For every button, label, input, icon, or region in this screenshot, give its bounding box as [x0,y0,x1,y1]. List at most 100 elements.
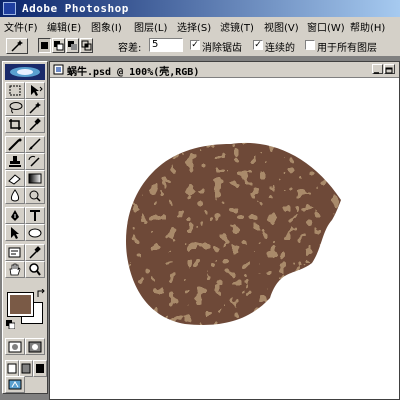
marquee-tool[interactable] [5,82,25,99]
notes-tool[interactable] [5,244,25,261]
menu-layer[interactable]: 图层(L) [134,19,167,34]
lasso-tool[interactable] [5,99,25,116]
eyedropper-icon [29,246,41,259]
lasso-icon [9,102,23,114]
history-brush-tool[interactable] [25,153,45,170]
canvas[interactable] [50,78,399,399]
move-icon [31,85,43,96]
options-bar: 容差: 5 ✓ 消除锯齿 ✓ 连续的 用于所有图层 [0,35,400,57]
photoshop-logo-icon [10,67,40,77]
airbrush-icon [8,138,22,151]
all-layers-checkbox[interactable] [305,40,315,50]
eyedropper-tool[interactable] [25,116,45,133]
document-title: 蜗牛.psd @ 100%(壳,RGB) [67,67,200,78]
antialias-label: 消除锯齿 [202,43,242,54]
screen-mode-icon [36,364,44,373]
tolerance-label: 容差: [118,43,142,54]
app-titlebar: Adobe Photoshop [0,0,400,17]
photoshop-icon [3,2,16,15]
all-layers-label: 用于所有图层 [317,43,377,54]
menu-select[interactable]: 选择(S) [177,19,211,34]
move-tool[interactable] [25,82,45,99]
selection-mode-icon [68,41,77,50]
menu-file[interactable]: 文件(F) [4,19,38,34]
intersect-selection-button[interactable] [80,38,93,53]
pen-icon [11,210,19,221]
selection-mode-icon [41,42,48,49]
gradient-icon [28,173,42,184]
gradient-tool[interactable] [25,170,45,187]
eraser-tool[interactable] [5,170,25,187]
selection-mode-icon [81,40,92,51]
default-colors-icon[interactable] [6,319,16,330]
standard-mode-button[interactable] [5,338,25,355]
blur-tool[interactable] [5,187,25,204]
menu-bar: 文件(F) 编辑(E) 图象(I) 图层(L) 选择(S) 滤镜(T) 视图(V… [0,17,400,36]
type-icon [30,210,40,221]
hand-tool[interactable] [5,261,25,278]
subtract-selection-button[interactable] [66,38,79,53]
eyedropper-icon [29,118,41,131]
airbrush-tool[interactable] [5,136,25,153]
menu-image[interactable]: 图象(I) [91,19,122,34]
document-titlebar: 蜗牛.psd @ 100%(壳,RGB) [50,62,399,78]
crop-icon [9,119,21,130]
maximize-icon [385,67,393,74]
app-title: Adobe Photoshop [22,2,129,15]
swap-colors-icon[interactable] [37,288,46,297]
maximize-button[interactable] [384,64,395,74]
jump-to-imageready[interactable] [5,376,25,393]
quick-mask-button[interactable] [25,338,45,355]
quick-mask-icon [28,341,42,353]
history-brush-icon [28,155,40,167]
zoom-icon [29,263,41,276]
add-selection-button[interactable] [52,38,65,53]
standard-mode-icon [8,341,22,353]
magic-wand-icon [11,40,23,52]
foreground-color-swatch[interactable] [7,292,34,317]
dodge-tool[interactable] [25,187,45,204]
menu-edit[interactable]: 编辑(E) [47,19,81,34]
document-window: 蜗牛.psd @ 100%(壳,RGB) [49,61,400,400]
ellipse-icon [28,228,42,238]
marquee-icon [9,85,21,96]
menu-help[interactable]: 帮助(H) [350,19,385,34]
menu-filter[interactable]: 滤镜(T) [220,19,254,34]
eraser-icon [8,174,21,185]
type-tool[interactable] [25,207,45,224]
menu-window[interactable]: 窗口(W) [307,19,345,34]
crop-tool[interactable] [5,116,25,133]
tolerance-input[interactable]: 5 [149,38,183,52]
shape-tool[interactable] [25,224,45,241]
path-selection-icon [11,227,19,239]
screen-mode-full[interactable] [33,360,47,377]
zoom-tool[interactable] [25,261,45,278]
snail-shell [125,142,341,325]
notes-icon [8,247,21,258]
toolbox-header-logo [5,64,45,80]
imageready-icon [8,379,22,390]
menu-view[interactable]: 视图(V) [264,19,299,34]
screen-mode-standard[interactable] [5,360,19,377]
minimize-icon [374,72,379,74]
screen-mode-icon [21,363,31,374]
minimize-button[interactable] [372,64,383,74]
path-selection-tool[interactable] [5,224,25,241]
stamp-tool[interactable] [5,153,25,170]
contiguous-checkbox[interactable]: ✓ [253,40,263,50]
magic-wand-icon [29,102,41,114]
brush-icon [29,138,41,150]
dodge-icon [29,190,41,202]
magic-wand-tool[interactable] [25,99,45,116]
selection-mode-icon [54,41,64,51]
new-selection-button[interactable] [38,38,51,53]
antialias-checkbox[interactable]: ✓ [190,40,200,50]
contiguous-label: 连续的 [265,43,295,54]
stamp-icon [9,156,21,167]
eyedropper-tool-2[interactable] [25,244,45,261]
blur-icon [10,189,20,202]
brush-tool[interactable] [25,136,45,153]
screen-mode-full-menu[interactable] [19,360,33,377]
tool-preset-button[interactable] [6,38,28,54]
pen-tool[interactable] [5,207,25,224]
